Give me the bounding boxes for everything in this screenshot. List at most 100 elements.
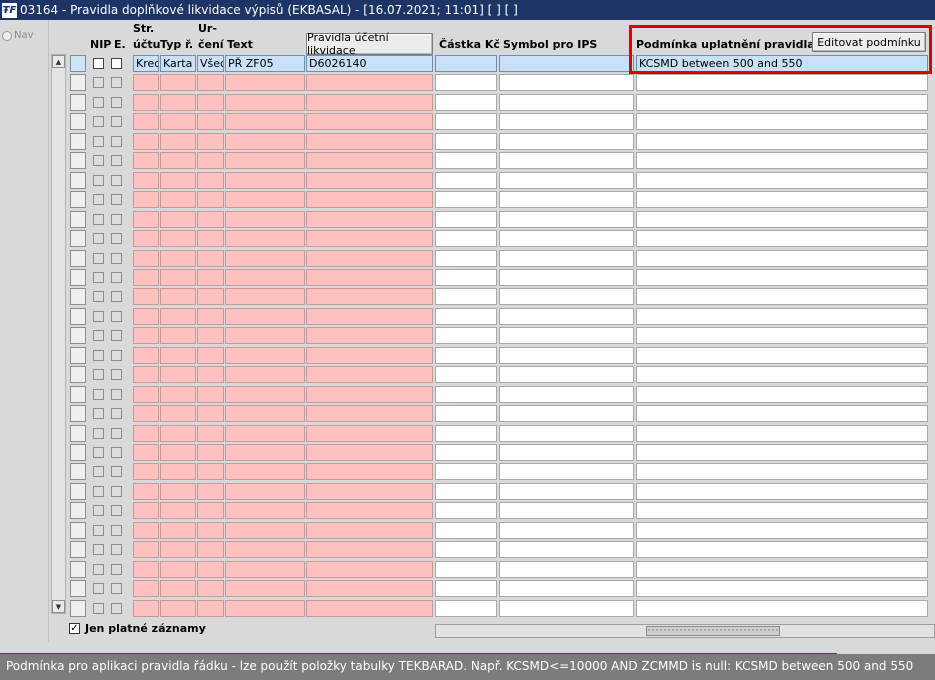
row-selector[interactable] xyxy=(70,541,86,558)
cell-urceni[interactable] xyxy=(197,522,224,539)
e-checkbox[interactable] xyxy=(111,564,122,575)
row-selector[interactable] xyxy=(70,230,86,247)
row-selector[interactable] xyxy=(70,113,86,130)
nip-checkbox[interactable] xyxy=(93,77,104,88)
cell-text[interactable]: PŘ ZF05 xyxy=(225,55,305,72)
cell-podminka[interactable] xyxy=(636,152,928,169)
cell-podminka[interactable] xyxy=(636,133,928,150)
cell-symbol[interactable] xyxy=(499,541,634,558)
nip-checkbox[interactable] xyxy=(93,564,104,575)
cell-pravidla[interactable] xyxy=(306,308,433,325)
cell-podminka[interactable] xyxy=(636,541,928,558)
cell-text[interactable] xyxy=(225,211,305,228)
cell-symbol[interactable] xyxy=(499,55,634,72)
cell-text[interactable] xyxy=(225,113,305,130)
e-checkbox[interactable] xyxy=(111,214,122,225)
cell-symbol[interactable] xyxy=(499,308,634,325)
cell-urceni[interactable] xyxy=(197,580,224,597)
cell-pravidla[interactable] xyxy=(306,152,433,169)
cell-castka[interactable] xyxy=(435,133,497,150)
cell-str-uctu[interactable] xyxy=(133,211,159,228)
cell-pravidla[interactable] xyxy=(306,288,433,305)
cell-text[interactable] xyxy=(225,405,305,422)
row-selector[interactable] xyxy=(70,483,86,500)
cell-str-uctu[interactable] xyxy=(133,133,159,150)
cell-symbol[interactable] xyxy=(499,327,634,344)
cell-castka[interactable] xyxy=(435,580,497,597)
cell-urceni[interactable] xyxy=(197,308,224,325)
cell-text[interactable] xyxy=(225,172,305,189)
cell-text[interactable] xyxy=(225,483,305,500)
cell-str-uctu[interactable] xyxy=(133,288,159,305)
cell-castka[interactable] xyxy=(435,600,497,617)
cell-castka[interactable] xyxy=(435,94,497,111)
cell-podminka[interactable] xyxy=(636,463,928,480)
cell-symbol[interactable] xyxy=(499,250,634,267)
cell-text[interactable] xyxy=(225,133,305,150)
cell-podminka[interactable] xyxy=(636,405,928,422)
cell-castka[interactable] xyxy=(435,55,497,72)
cell-typ-radku[interactable] xyxy=(160,444,196,461)
row-selector[interactable] xyxy=(70,405,86,422)
row-selector[interactable] xyxy=(70,308,86,325)
row-selector[interactable] xyxy=(70,55,86,72)
nip-checkbox[interactable] xyxy=(93,58,104,69)
row-selector[interactable] xyxy=(70,580,86,597)
cell-castka[interactable] xyxy=(435,191,497,208)
cell-str-uctu[interactable] xyxy=(133,152,159,169)
cell-podminka[interactable] xyxy=(636,483,928,500)
cell-symbol[interactable] xyxy=(499,211,634,228)
cell-castka[interactable] xyxy=(435,405,497,422)
cell-typ-radku[interactable] xyxy=(160,152,196,169)
cell-castka[interactable] xyxy=(435,172,497,189)
cell-symbol[interactable] xyxy=(499,444,634,461)
cell-podminka[interactable] xyxy=(636,172,928,189)
cell-podminka[interactable] xyxy=(636,386,928,403)
cell-castka[interactable] xyxy=(435,522,497,539)
nip-checkbox[interactable] xyxy=(93,311,104,322)
nip-checkbox[interactable] xyxy=(93,486,104,497)
nip-checkbox[interactable] xyxy=(93,214,104,225)
cell-castka[interactable] xyxy=(435,74,497,91)
cell-symbol[interactable] xyxy=(499,561,634,578)
cell-symbol[interactable] xyxy=(499,502,634,519)
e-checkbox[interactable] xyxy=(111,603,122,614)
cell-symbol[interactable] xyxy=(499,386,634,403)
cell-pravidla[interactable] xyxy=(306,327,433,344)
cell-urceni[interactable] xyxy=(197,347,224,364)
cell-podminka[interactable] xyxy=(636,113,928,130)
e-checkbox[interactable] xyxy=(111,369,122,380)
cell-pravidla[interactable] xyxy=(306,580,433,597)
cell-typ-radku[interactable] xyxy=(160,211,196,228)
row-selector[interactable] xyxy=(70,463,86,480)
cell-pravidla[interactable] xyxy=(306,172,433,189)
cell-str-uctu[interactable] xyxy=(133,386,159,403)
cell-text[interactable] xyxy=(225,230,305,247)
e-checkbox[interactable] xyxy=(111,136,122,147)
cell-castka[interactable] xyxy=(435,502,497,519)
cell-pravidla[interactable] xyxy=(306,600,433,617)
cell-symbol[interactable] xyxy=(499,366,634,383)
cell-urceni[interactable] xyxy=(197,211,224,228)
cell-str-uctu[interactable] xyxy=(133,502,159,519)
row-selector[interactable] xyxy=(70,211,86,228)
cell-urceni[interactable] xyxy=(197,113,224,130)
e-checkbox[interactable] xyxy=(111,194,122,205)
row-selector[interactable] xyxy=(70,561,86,578)
cell-symbol[interactable] xyxy=(499,288,634,305)
cell-symbol[interactable] xyxy=(499,133,634,150)
cell-typ-radku[interactable] xyxy=(160,425,196,442)
cell-castka[interactable] xyxy=(435,230,497,247)
cell-pravidla[interactable] xyxy=(306,502,433,519)
cell-pravidla[interactable] xyxy=(306,463,433,480)
cell-castka[interactable] xyxy=(435,425,497,442)
cell-castka[interactable] xyxy=(435,444,497,461)
e-checkbox[interactable] xyxy=(111,428,122,439)
cell-pravidla[interactable] xyxy=(306,113,433,130)
cell-str-uctu[interactable] xyxy=(133,522,159,539)
cell-podminka[interactable] xyxy=(636,250,928,267)
cell-str-uctu[interactable] xyxy=(133,230,159,247)
cell-urceni[interactable]: Všec xyxy=(197,55,224,72)
valid-only-toggle[interactable]: ✓ Jen platné záznamy xyxy=(69,622,206,635)
cell-pravidla[interactable] xyxy=(306,405,433,422)
